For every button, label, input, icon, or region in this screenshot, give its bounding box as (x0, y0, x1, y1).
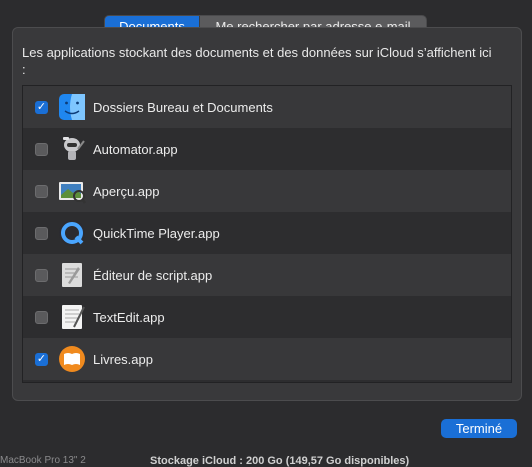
app-checkbox[interactable]: ✓ (35, 100, 48, 114)
list-item[interactable]: Aperçu.app (23, 170, 511, 212)
list-item[interactable]: TextEdit.app (23, 296, 511, 338)
app-label: Dossiers Bureau et Documents (93, 99, 273, 115)
finder-icon (58, 93, 86, 121)
script-editor-icon (58, 261, 86, 289)
app-checkbox[interactable]: ✓ (35, 352, 48, 366)
panel-description: Les applications stockant des documents … (22, 45, 492, 77)
app-checkbox[interactable] (35, 184, 48, 198)
app-list[interactable]: ✓ Dossiers Bureau et Documents Automator (22, 85, 512, 383)
list-item[interactable]: QuickTime Player.app (23, 212, 511, 254)
app-label: QuickTime Player.app (93, 225, 220, 241)
list-item[interactable]: ✓ Dossiers Bureau et Documents (23, 86, 511, 128)
preview-icon (58, 177, 86, 205)
books-icon (58, 345, 86, 373)
done-button[interactable]: Terminé (441, 419, 517, 438)
app-label: TextEdit.app (93, 309, 165, 325)
app-checkbox[interactable] (35, 142, 48, 156)
quicktime-icon (58, 219, 86, 247)
app-checkbox[interactable] (35, 310, 48, 324)
storage-summary: Stockage iCloud : 200 Go (149,57 Go disp… (150, 455, 410, 467)
app-label: Éditeur de script.app (93, 267, 213, 283)
list-item[interactable]: Éditeur de script.app (23, 254, 511, 296)
app-checkbox[interactable] (35, 226, 48, 240)
app-checkbox[interactable] (35, 268, 48, 282)
device-name: MacBook Pro 13" 2 (0, 455, 86, 466)
list-item[interactable]: Automator.app (23, 128, 511, 170)
automator-icon (58, 135, 86, 163)
app-label: Automator.app (93, 141, 178, 157)
textedit-icon (58, 303, 86, 331)
list-item[interactable]: ✓ Livres.app (23, 338, 511, 380)
app-label: Livres.app (93, 351, 153, 367)
app-label: Aperçu.app (93, 183, 160, 199)
